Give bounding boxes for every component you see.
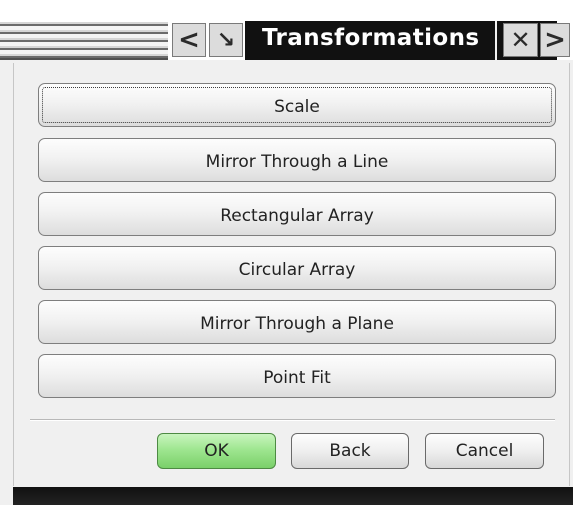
cancel-button[interactable]: Cancel bbox=[425, 433, 544, 469]
mirror-through-plane-button[interactable]: Mirror Through a Plane bbox=[38, 300, 556, 344]
bottom-bar bbox=[13, 487, 573, 505]
next-arrow-icon[interactable]: > bbox=[540, 23, 570, 57]
prev-arrow-icon[interactable]: < bbox=[172, 23, 206, 57]
ok-button[interactable]: OK bbox=[157, 433, 276, 469]
back-button[interactable]: Back bbox=[291, 433, 409, 469]
mirror-through-line-button[interactable]: Mirror Through a Line bbox=[38, 138, 556, 182]
close-icon[interactable]: ✕ bbox=[503, 23, 538, 57]
title-bar: < ↘ Transformations ✕ > bbox=[0, 0, 573, 60]
circular-array-button[interactable]: Circular Array bbox=[38, 246, 556, 290]
drag-grip[interactable] bbox=[0, 22, 168, 60]
dialog-title: Transformations bbox=[262, 25, 480, 51]
rectangular-array-button[interactable]: Rectangular Array bbox=[38, 192, 556, 236]
scale-button[interactable]: Scale bbox=[38, 83, 556, 127]
title-area: Transformations bbox=[245, 21, 497, 60]
transformations-dialog: < ↘ Transformations ✕ > Scale Mirror Thr… bbox=[0, 0, 573, 505]
point-fit-button[interactable]: Point Fit bbox=[38, 354, 556, 398]
snap-arrow-icon[interactable]: ↘ bbox=[209, 23, 243, 57]
footer-divider bbox=[30, 419, 555, 421]
